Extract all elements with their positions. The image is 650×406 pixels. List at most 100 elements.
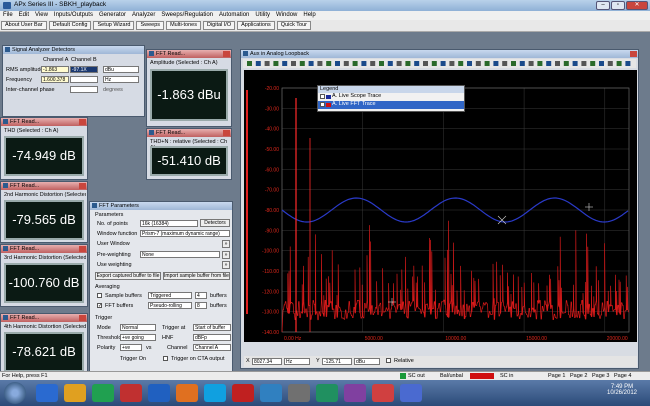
x-unit-select[interactable]: Hz bbox=[284, 358, 310, 365]
legend-item-scope[interactable]: A. Live Scope Trace bbox=[318, 93, 464, 101]
preweight-select[interactable]: None bbox=[140, 251, 220, 258]
close-icon[interactable] bbox=[223, 130, 230, 136]
frequency-unit-select[interactable]: Hz bbox=[103, 76, 139, 83]
page-tab-2[interactable]: Page 2 bbox=[570, 373, 587, 379]
fft-mode-select[interactable]: Pseudo-rolling bbox=[148, 302, 192, 309]
graph-tool-icon[interactable] bbox=[467, 61, 472, 66]
paint-icon[interactable] bbox=[260, 384, 282, 402]
close-icon[interactable] bbox=[79, 183, 86, 189]
menu-utility[interactable]: Utility bbox=[252, 11, 273, 20]
media-icon[interactable] bbox=[92, 384, 114, 402]
graph-tool-icon[interactable] bbox=[493, 61, 499, 66]
use-weighting-more-button[interactable]: » bbox=[222, 261, 230, 269]
graph-tool-icon[interactable] bbox=[502, 61, 508, 66]
sample-buffers-checkbox[interactable] bbox=[97, 293, 102, 299]
close-icon[interactable] bbox=[79, 315, 86, 321]
graph-tool-icon[interactable] bbox=[546, 61, 552, 66]
user-window-more-button[interactable]: » bbox=[222, 240, 230, 248]
graph-tool-icon[interactable] bbox=[291, 61, 296, 66]
graph-tool-icon[interactable] bbox=[511, 61, 516, 66]
graph-tool-icon[interactable] bbox=[458, 61, 464, 66]
firefox-icon[interactable] bbox=[176, 384, 198, 402]
y-cursor-value[interactable]: -125.71 bbox=[322, 358, 352, 365]
setup-wizard-button[interactable]: Setup Wizard bbox=[93, 21, 135, 30]
graph-tool-icon[interactable] bbox=[379, 61, 384, 66]
quick-tour-button[interactable]: Quick Tour bbox=[276, 21, 311, 30]
graph-tool-icon[interactable] bbox=[343, 61, 349, 66]
menu-sweeps[interactable]: Sweeps/Regulation bbox=[158, 11, 216, 20]
graph-tool-icon[interactable] bbox=[308, 61, 314, 66]
graph-tool-icon[interactable] bbox=[352, 61, 358, 66]
start-button-icon[interactable] bbox=[4, 382, 26, 404]
graph-tool-icon[interactable] bbox=[599, 61, 604, 66]
graph-tool-icon[interactable] bbox=[370, 61, 376, 66]
menu-view[interactable]: View bbox=[32, 11, 51, 20]
default-config-button[interactable]: Default Config bbox=[48, 21, 92, 30]
graph-tool-icon[interactable] bbox=[563, 61, 569, 66]
graph-tool-icon[interactable] bbox=[431, 61, 437, 66]
detectors-button[interactable]: Detectors bbox=[200, 219, 230, 227]
menu-file[interactable]: File bbox=[0, 11, 16, 20]
graph-tool-icon[interactable] bbox=[299, 61, 305, 66]
x-cursor-value[interactable]: 8027.34 bbox=[252, 358, 282, 365]
minimize-button[interactable]: – bbox=[596, 1, 610, 10]
graph-tool-icons[interactable] bbox=[243, 59, 636, 68]
close-icon[interactable] bbox=[630, 51, 637, 57]
graph-tool-icon[interactable] bbox=[519, 61, 525, 66]
menu-automation[interactable]: Automation bbox=[216, 11, 252, 20]
graph-tool-icon[interactable] bbox=[484, 61, 490, 66]
app3-icon[interactable] bbox=[344, 384, 366, 402]
sweeps-button[interactable]: Sweeps bbox=[136, 21, 165, 30]
graph-tool-icon[interactable] bbox=[440, 61, 446, 66]
graph-tool-icon[interactable] bbox=[581, 61, 587, 66]
polarity-select[interactable]: +ve bbox=[120, 344, 142, 351]
menu-window[interactable]: Window bbox=[273, 11, 300, 20]
threshold-select[interactable]: +ve going bbox=[120, 334, 156, 341]
graph-tool-icon[interactable] bbox=[616, 61, 622, 66]
graph-tool-icon[interactable] bbox=[590, 61, 596, 66]
graph-tool-icon[interactable] bbox=[282, 61, 288, 66]
app5-icon[interactable] bbox=[400, 384, 422, 402]
trigger-cta-checkbox[interactable] bbox=[163, 356, 168, 362]
word-icon[interactable] bbox=[120, 384, 142, 402]
menu-generator[interactable]: Generator bbox=[96, 11, 129, 20]
graph-tool-icon[interactable] bbox=[335, 61, 340, 66]
system-clock[interactable]: 7:49 PM 10/26/2012 bbox=[598, 384, 646, 402]
sample-count-input[interactable]: 4 bbox=[195, 292, 207, 299]
graph-tool-icon[interactable] bbox=[537, 61, 543, 66]
fft-count-input[interactable]: 8 bbox=[195, 302, 207, 309]
graph-tool-icon[interactable] bbox=[555, 61, 560, 66]
fft-buffers-checkbox[interactable]: ✓ bbox=[97, 303, 102, 309]
export-buffer-button[interactable]: Export captured buffer to file bbox=[95, 272, 161, 280]
explorer-icon[interactable] bbox=[64, 384, 86, 402]
graph-tool-icon[interactable] bbox=[414, 61, 420, 66]
acrobat-icon[interactable] bbox=[232, 384, 254, 402]
menu-analyzer[interactable]: Analyzer bbox=[129, 11, 158, 20]
channel-select[interactable]: Channel A bbox=[193, 344, 231, 351]
page-tab-1[interactable]: Page 1 bbox=[548, 373, 565, 379]
graph-tool-icon[interactable] bbox=[255, 61, 261, 66]
relative-checkbox[interactable] bbox=[386, 358, 391, 364]
close-icon[interactable] bbox=[79, 119, 86, 125]
ie-icon[interactable] bbox=[36, 384, 58, 402]
digital-io-button[interactable]: Digital I/O bbox=[202, 21, 236, 30]
sample-mode-select[interactable]: Triggered bbox=[148, 292, 192, 299]
close-icon[interactable] bbox=[79, 246, 86, 252]
graph-tool-icon[interactable] bbox=[625, 61, 631, 66]
page-tab-3[interactable]: Page 3 bbox=[592, 373, 609, 379]
y-unit-select[interactable]: dBu bbox=[354, 358, 380, 365]
page-tab-4[interactable]: Page 4 bbox=[614, 373, 631, 379]
skype-icon[interactable] bbox=[204, 384, 226, 402]
app1-icon[interactable] bbox=[288, 384, 310, 402]
graph-tool-icon[interactable] bbox=[247, 61, 252, 66]
npts-select[interactable]: 16k (16384) bbox=[140, 220, 198, 227]
graph-tool-icon[interactable] bbox=[361, 61, 367, 66]
menu-edit[interactable]: Edit bbox=[16, 11, 32, 20]
app2-icon[interactable] bbox=[316, 384, 338, 402]
graph-tool-icon[interactable] bbox=[449, 61, 455, 66]
graph-tool-icon[interactable] bbox=[273, 61, 279, 66]
graph-tool-icon[interactable] bbox=[475, 61, 481, 66]
legend-item-fft[interactable]: A. Live FFT Trace bbox=[318, 101, 464, 109]
applications-button[interactable]: Applications bbox=[237, 21, 275, 30]
hnf-input[interactable]: dBFp bbox=[193, 334, 231, 341]
